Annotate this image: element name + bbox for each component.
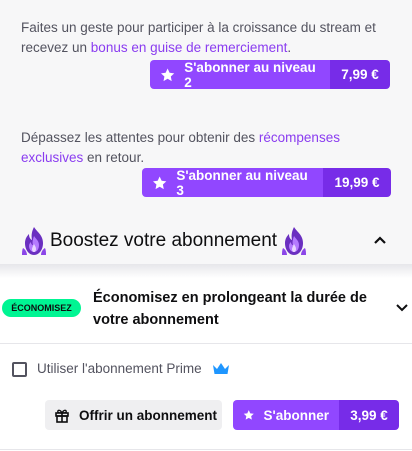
gift-label: Offrir un abonnement [79,407,217,423]
subscribe-tier2-label: S'abonner au niveau 2 [184,60,316,89]
chevron-up-icon[interactable] [372,232,388,248]
subscribe-tier3-main[interactable]: S'abonner au niveau 3 [142,168,323,197]
savings-text[interactable]: Économisez en prolongeant la durée de vo… [93,287,373,331]
subscribe-price: 3,99 € [339,400,399,430]
subscribe-tier3-label: S'abonner au niveau 3 [176,168,308,197]
crown-icon [213,363,229,374]
flame-emote-icon [282,227,307,255]
gift-subscription-button[interactable]: Offrir un abonnement [45,400,222,430]
boost-title: Boostez votre abonnement [50,230,278,251]
subscribe-tier3-price: 19,99 € [323,168,391,197]
subscribe-tier2-button[interactable]: S'abonner au niveau 2 7,99 € [150,60,390,89]
tier2-description: Faites un geste pour participer à la cro… [21,18,396,58]
subscribe-tier2-price: 7,99 € [330,60,390,89]
savings-badge: ÉCONOMISEZ [2,299,81,317]
star-icon [152,175,167,189]
flame-emote-icon [22,227,46,255]
subscribe-tier2-main[interactable]: S'abonner au niveau 2 [150,60,330,89]
tier2-text-end: . [287,40,292,55]
star-icon [160,68,175,81]
tier3-text: Dépassez les attentes pour obtenir des [21,130,259,145]
subscribe-button[interactable]: S'abonner 3,99 € [233,400,399,430]
subscription-tiers-panel: Faites un geste pour participer à la cro… [0,0,412,264]
gift-icon [55,409,69,423]
subscribe-label: S'abonner [263,407,329,423]
chevron-down-icon[interactable] [395,300,409,314]
section-divider [0,343,412,344]
section-divider [0,264,412,278]
tier3-description: Dépassez les attentes pour obtenir des r… [21,128,396,168]
tier3-text-end: en retour. [83,150,145,165]
subscribe-tier3-button[interactable]: S'abonner au niveau 3 19,99 € [142,168,391,197]
star-icon [243,410,254,420]
prime-checkbox[interactable] [12,362,27,377]
prime-label: Utiliser l'abonnement Prime [37,361,202,376]
boost-subscription-header[interactable]: Boostez votre abonnement [20,226,400,256]
tier2-bonus-link[interactable]: bonus en guise de remerciement [91,40,288,55]
bottom-divider [0,449,412,450]
subscribe-main[interactable]: S'abonner [233,400,339,430]
